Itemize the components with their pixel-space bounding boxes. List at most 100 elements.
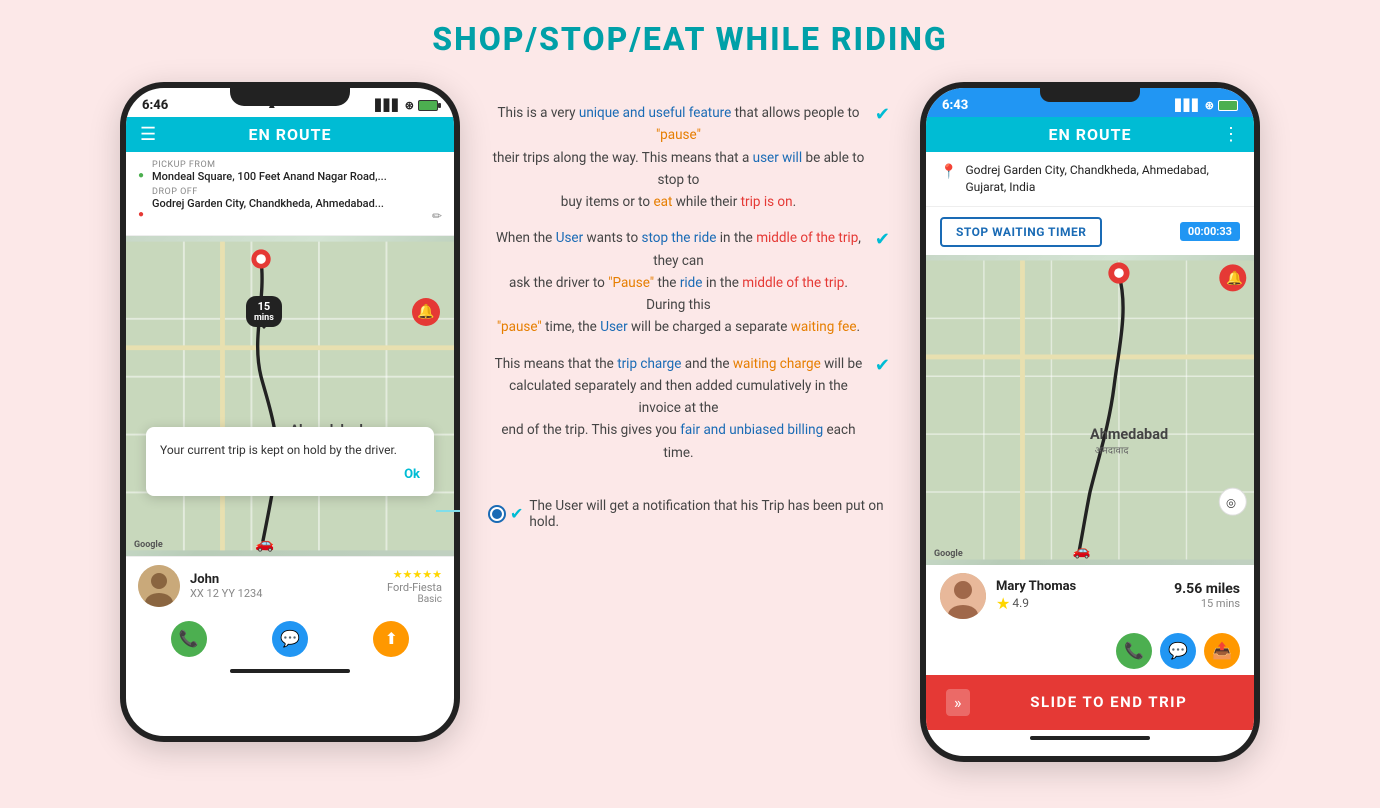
left-driver-plate: XX 12 YY 1234 xyxy=(190,587,377,600)
left-driver-name: John xyxy=(190,572,377,587)
para3-waiting: waiting charge xyxy=(733,356,821,372)
connector-line-2 xyxy=(436,510,460,512)
pickup-label: PICKUP FROM xyxy=(152,160,387,170)
left-phone-button[interactable]: 📞 xyxy=(171,621,207,657)
notification-text: The User will get a notification that hi… xyxy=(529,498,890,530)
para2-ride2: ride xyxy=(680,275,703,291)
para1-mid: that allows people to xyxy=(731,105,859,121)
more-options-icon[interactable]: ⋮ xyxy=(1222,124,1240,145)
right-wifi-icon: ⊛ xyxy=(1205,99,1214,112)
para2-text: When the User wants to stop the ride in … xyxy=(490,227,867,338)
para3-and: and the xyxy=(681,356,732,372)
para2-wants: wants to xyxy=(583,230,641,246)
svg-text:अमदावाद: अमदावाद xyxy=(1095,445,1130,456)
middle-content: This is a very unique and useful feature… xyxy=(460,82,920,550)
right-driver-name: Mary Thomas xyxy=(996,579,1164,594)
para1-rest: their trips along the way. This means th… xyxy=(493,150,753,166)
left-address-box: ● PICKUP FROM Mondeal Square, 100 Feet A… xyxy=(126,152,454,236)
right-location-pin-icon: 📍 xyxy=(940,164,957,180)
para2-user: User xyxy=(556,230,583,246)
para1-section: This is a very unique and useful feature… xyxy=(490,102,890,213)
para3-text: This means that the trip charge and the … xyxy=(490,353,867,464)
left-driver-avatar xyxy=(138,565,180,607)
main-layout: 6:46 ▲ ▋▋▋ ⊛ ☰ EN ROUTE ● PICKUP FROM Mo… xyxy=(0,82,1380,762)
right-phone-button[interactable]: 📞 xyxy=(1116,633,1152,669)
slide-to-end-button[interactable]: » SLIDE TO END TRIP xyxy=(926,675,1254,730)
left-chat-button[interactable]: 💬 xyxy=(272,621,308,657)
rating-star: ★ xyxy=(996,594,1010,613)
edit-icon[interactable]: ✏ xyxy=(432,209,442,223)
right-google-watermark: Google xyxy=(934,549,963,559)
para2-middle2: in the xyxy=(702,275,742,291)
para2-start: When the xyxy=(496,230,556,246)
para2-user2: User xyxy=(600,319,627,335)
hamburger-menu-icon[interactable]: ☰ xyxy=(140,124,156,145)
notification-period: . xyxy=(555,514,559,530)
para2-dot: . xyxy=(856,319,860,335)
para3-start: This means that the xyxy=(495,356,618,372)
left-status-icons: ▋▋▋ ⊛ xyxy=(375,99,438,112)
svg-text:🚗: 🚗 xyxy=(255,534,274,552)
alert-ok-button[interactable]: Ok xyxy=(160,467,420,482)
dropoff-row: ● DROP OFF Godrej Garden City, Chandkhed… xyxy=(138,187,442,223)
para2-middle: middle of the trip xyxy=(756,230,858,246)
check-icon-2: ✔ xyxy=(875,229,890,250)
dropoff-dot: ● xyxy=(138,209,144,220)
right-signal-icon: ▋▋▋ xyxy=(1175,99,1200,112)
dropoff-info: DROP OFF Godrej Garden City, Chandkheda,… xyxy=(152,187,424,210)
left-driver-bar: John XX 12 YY 1234 ★★★★★ Ford-Fiesta Bas… xyxy=(126,556,454,615)
left-share-button[interactable]: ⬆ xyxy=(373,621,409,657)
alert-popup: Your current trip is kept on hold by the… xyxy=(146,427,434,496)
right-chat-button[interactable]: 💬 xyxy=(1160,633,1196,669)
right-header-title: EN ROUTE xyxy=(1048,125,1131,144)
svg-text:Ahmedabad: Ahmedabad xyxy=(1090,426,1168,443)
right-driver-avatar xyxy=(940,573,986,619)
para3-fair: fair and unbiased billing xyxy=(680,422,823,438)
notification-been: has been put on xyxy=(784,498,883,514)
para3-trip: trip charge xyxy=(617,356,681,372)
right-map: 🚗 Ahmedabad अमदावाद 🔔 ◎ Google xyxy=(926,255,1254,565)
para1-text-area: This is a very unique and useful feature… xyxy=(490,102,867,213)
para2-middle3: middle of the trip xyxy=(742,275,844,291)
para2-text-area: When the User wants to stop the ride in … xyxy=(490,227,867,338)
right-driver-bar: Mary Thomas ★ 4.9 9.56 miles 15 mins xyxy=(926,565,1254,627)
check-icon-notification: ✔ xyxy=(510,504,523,523)
left-map: 🚗 Ahmedabad અમદાવાદ 15 mins 🔔 Your curre… xyxy=(126,236,454,556)
dropoff-address: Godrej Garden City, Chandkheda, Ahmedaba… xyxy=(152,197,424,210)
notification-trip: Trip xyxy=(761,498,784,514)
slide-text: SLIDE TO END TRIP xyxy=(984,693,1235,711)
timer-badge: 00:00:33 xyxy=(1180,222,1240,241)
right-status-bar: 6:43 ▋▋▋ ⊛ xyxy=(926,88,1254,117)
para1-rest3: while their xyxy=(672,194,740,210)
battery-icon xyxy=(418,100,438,111)
para1-pause: "pause" xyxy=(656,127,701,143)
pickup-row: ● PICKUP FROM Mondeal Square, 100 Feet A… xyxy=(138,160,442,183)
svg-text:🚗: 🚗 xyxy=(1073,542,1091,559)
left-location-icon: ▲ xyxy=(267,100,277,111)
right-map-svg: 🚗 Ahmedabad अमदावाद 🔔 ◎ xyxy=(926,255,1254,565)
waiting-area: STOP WAITING TIMER 00:00:33 xyxy=(926,209,1254,255)
alert-text: Your current trip is kept on hold by the… xyxy=(160,441,420,459)
para2-ask: ask the driver to xyxy=(509,275,608,291)
left-action-buttons-bar: 📞 💬 ⬆ xyxy=(126,615,454,663)
check-icon-1: ✔ xyxy=(875,104,890,125)
right-trip-detail: 9.56 miles 15 mins xyxy=(1174,581,1240,610)
notification-that: that his xyxy=(710,498,761,514)
notification-hold: hold xyxy=(529,514,555,530)
left-driver-right: ★★★★★ Ford-Fiesta Basic xyxy=(387,568,442,605)
pickup-dot: ● xyxy=(138,170,144,181)
alert-pin: 🔔 xyxy=(412,298,440,326)
para3-section: This means that the trip charge and the … xyxy=(490,353,890,464)
stop-waiting-button[interactable]: STOP WAITING TIMER xyxy=(940,217,1102,247)
left-google-watermark: Google xyxy=(134,540,163,550)
para2-stop: stop the ride xyxy=(642,230,717,246)
pickup-info: PICKUP FROM Mondeal Square, 100 Feet Ana… xyxy=(152,160,387,183)
para2-mid: in the xyxy=(716,230,756,246)
pickup-address: Mondeal Square, 100 Feet Anand Nagar Roa… xyxy=(152,170,387,183)
para1-eat: eat xyxy=(653,194,672,210)
mins-label: mins xyxy=(254,313,274,323)
notification-user: The User will xyxy=(529,498,606,514)
para2-ride: the xyxy=(654,275,680,291)
right-share-button[interactable]: 📤 xyxy=(1204,633,1240,669)
right-driver-info: Mary Thomas ★ 4.9 xyxy=(996,579,1164,613)
